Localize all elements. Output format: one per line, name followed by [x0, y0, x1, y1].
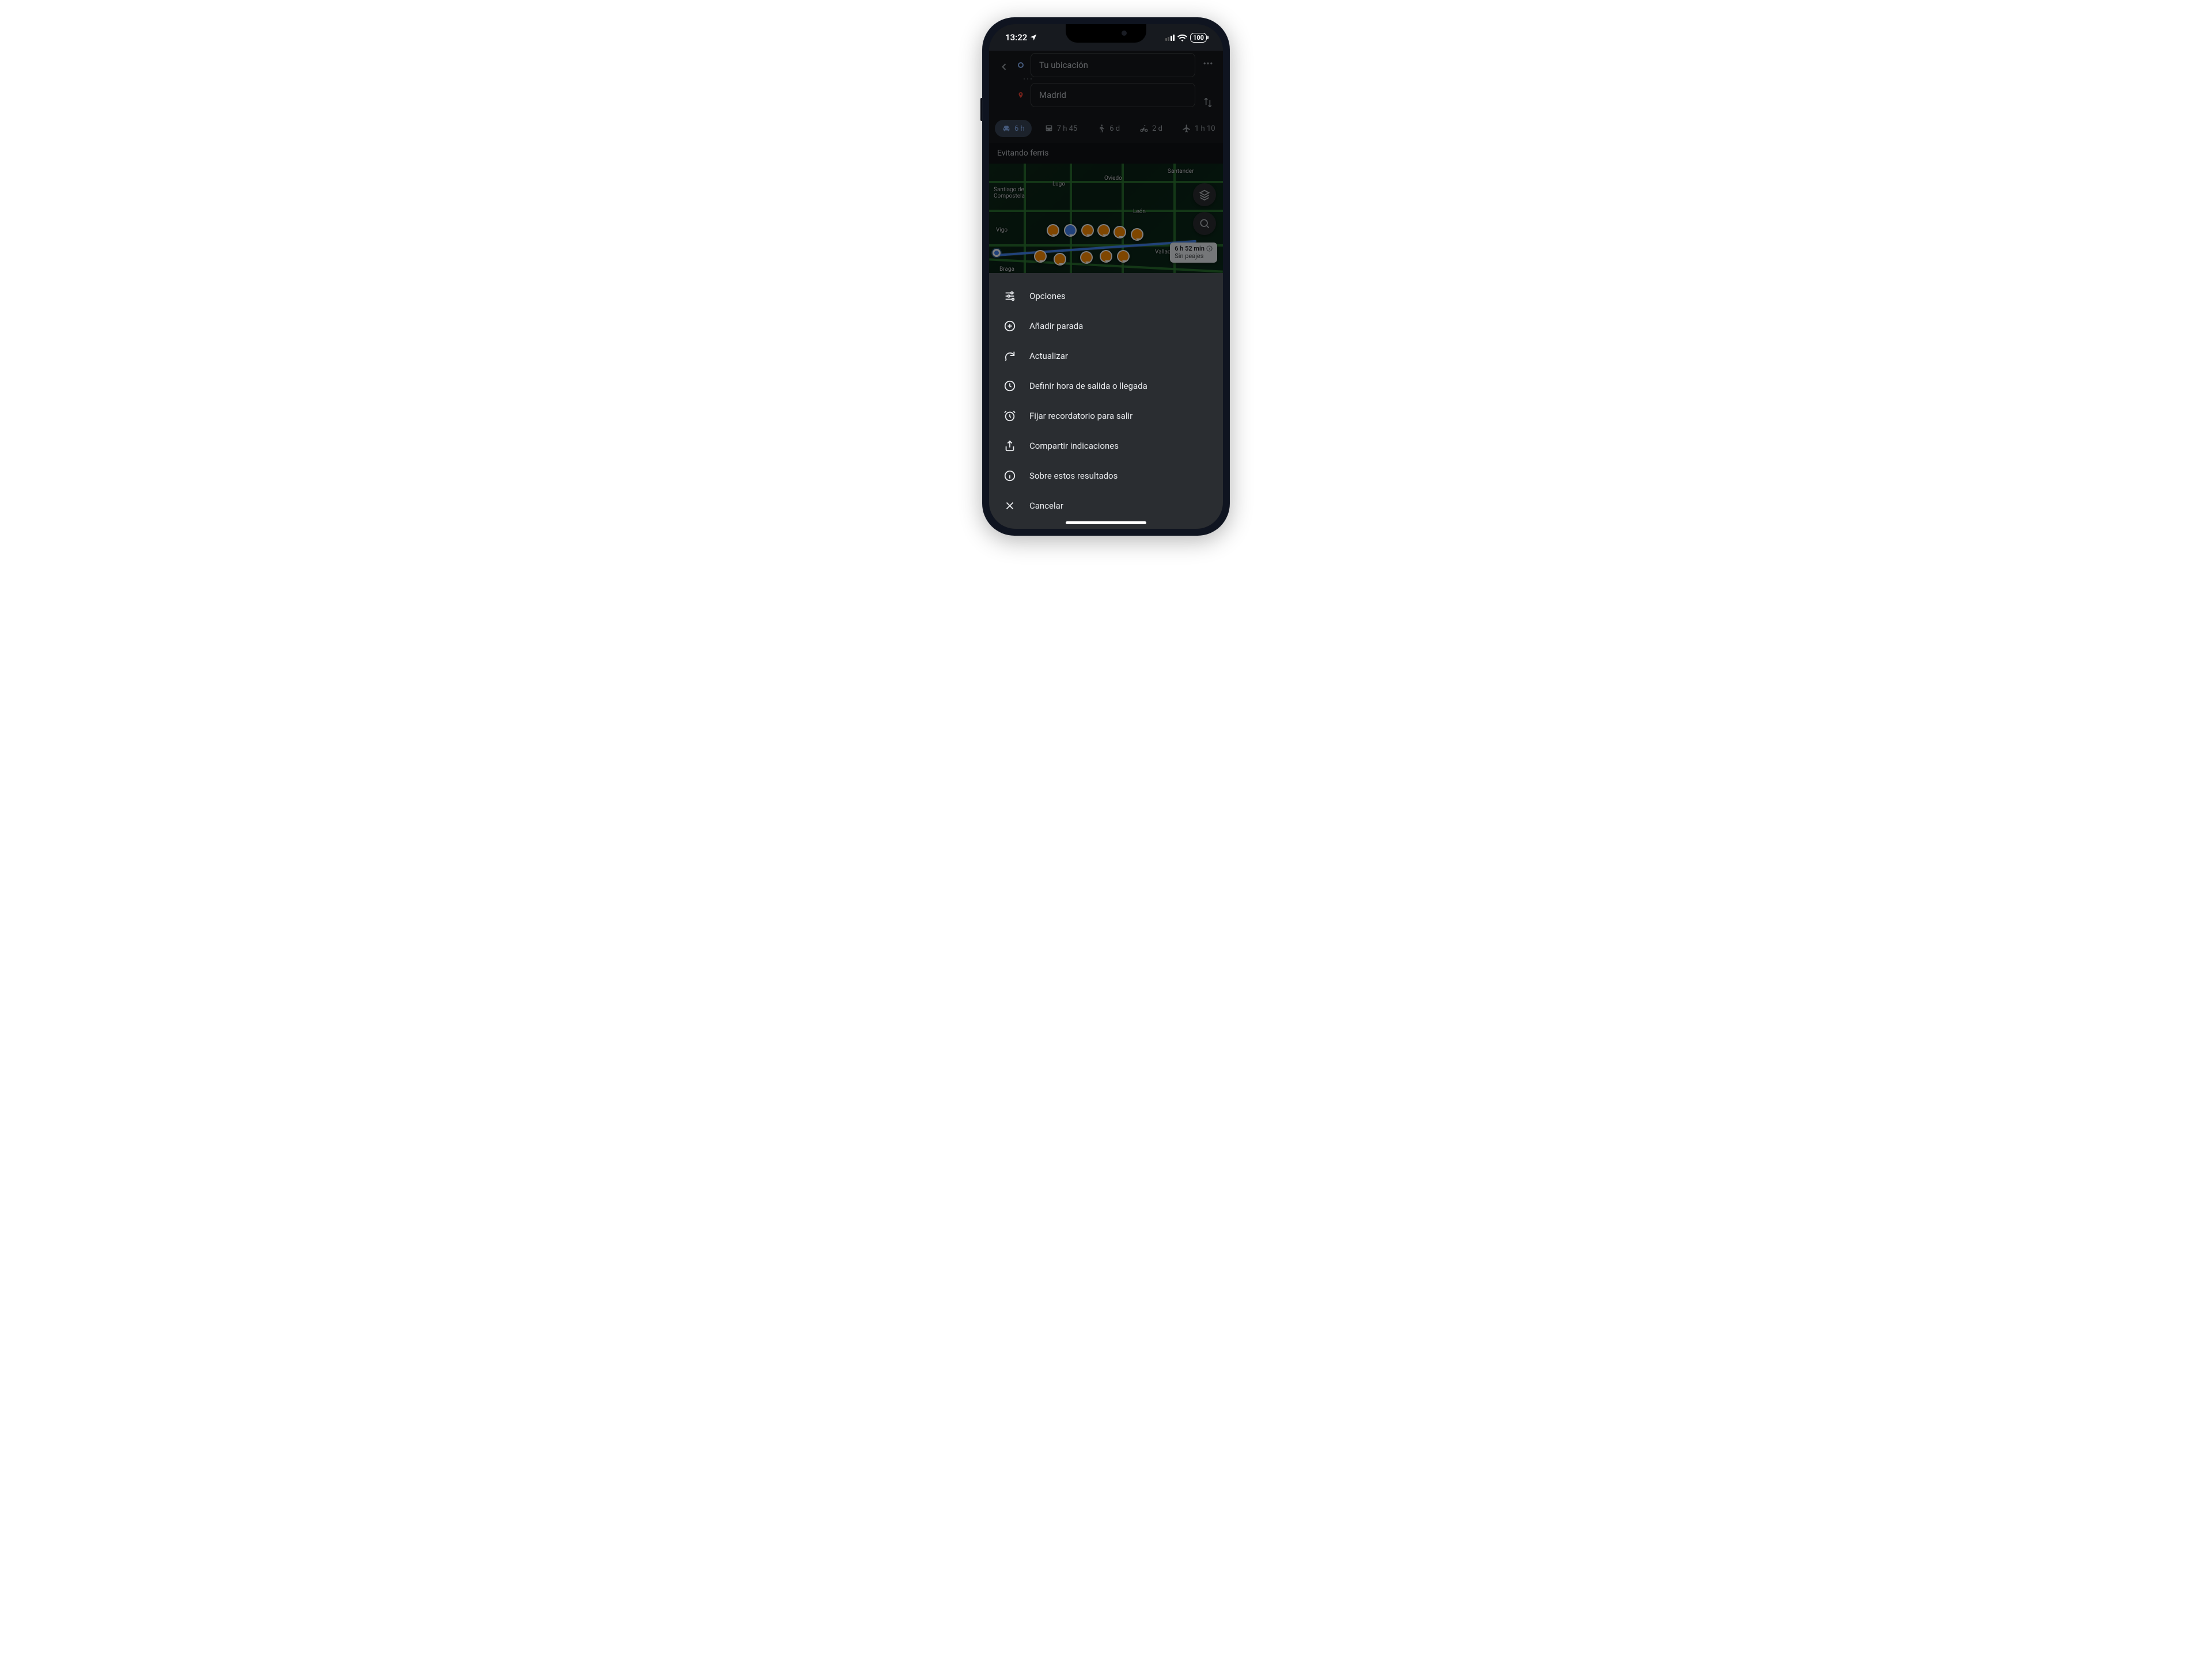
sheet-options-label: Opciones: [1029, 291, 1066, 301]
status-time: 13:22: [1005, 32, 1027, 43]
sheet-share[interactable]: Compartir indicaciones: [989, 431, 1223, 461]
modal-dimmer[interactable]: [989, 51, 1223, 273]
phone-frame: 13:22 100: [982, 17, 1230, 536]
options-sheet: Opciones Añadir parada Actualizar Defini…: [989, 273, 1223, 529]
home-indicator[interactable]: [1066, 521, 1146, 524]
clock-icon: [1003, 380, 1016, 392]
refresh-icon: [1003, 350, 1016, 362]
sheet-set-time[interactable]: Definir hora de salida o llegada: [989, 371, 1223, 401]
sheet-refresh-label: Actualizar: [1029, 351, 1068, 361]
battery-icon: 100: [1190, 33, 1207, 43]
info-circle-icon: [1003, 469, 1016, 482]
share-icon: [1003, 440, 1016, 452]
sheet-reminder[interactable]: Fijar recordatorio para salir: [989, 401, 1223, 431]
sheet-set-time-label: Definir hora de salida o llegada: [1029, 381, 1147, 391]
location-arrow-icon: [1029, 33, 1037, 41]
plus-circle-icon: [1003, 320, 1016, 332]
close-icon: [1003, 499, 1016, 512]
sheet-reminder-label: Fijar recordatorio para salir: [1029, 411, 1132, 421]
sheet-about-label: Sobre estos resultados: [1029, 471, 1118, 481]
sheet-add-stop-label: Añadir parada: [1029, 321, 1083, 331]
sheet-share-label: Compartir indicaciones: [1029, 441, 1119, 451]
app-content: Tu ubicación Madrid: [989, 51, 1223, 529]
signal-icon: [1165, 35, 1175, 41]
sheet-refresh[interactable]: Actualizar: [989, 341, 1223, 371]
sheet-add-stop[interactable]: Añadir parada: [989, 311, 1223, 341]
screen: 13:22 100: [989, 24, 1223, 529]
sheet-cancel-label: Cancelar: [1029, 501, 1063, 511]
sheet-options[interactable]: Opciones: [989, 281, 1223, 311]
sheet-cancel[interactable]: Cancelar: [989, 491, 1223, 521]
notch: [1066, 24, 1146, 43]
battery-percent: 100: [1193, 34, 1204, 41]
sheet-about[interactable]: Sobre estos resultados: [989, 461, 1223, 491]
wifi-icon: [1177, 34, 1187, 41]
alarm-icon: [1003, 410, 1016, 422]
tune-icon: [1003, 290, 1016, 302]
